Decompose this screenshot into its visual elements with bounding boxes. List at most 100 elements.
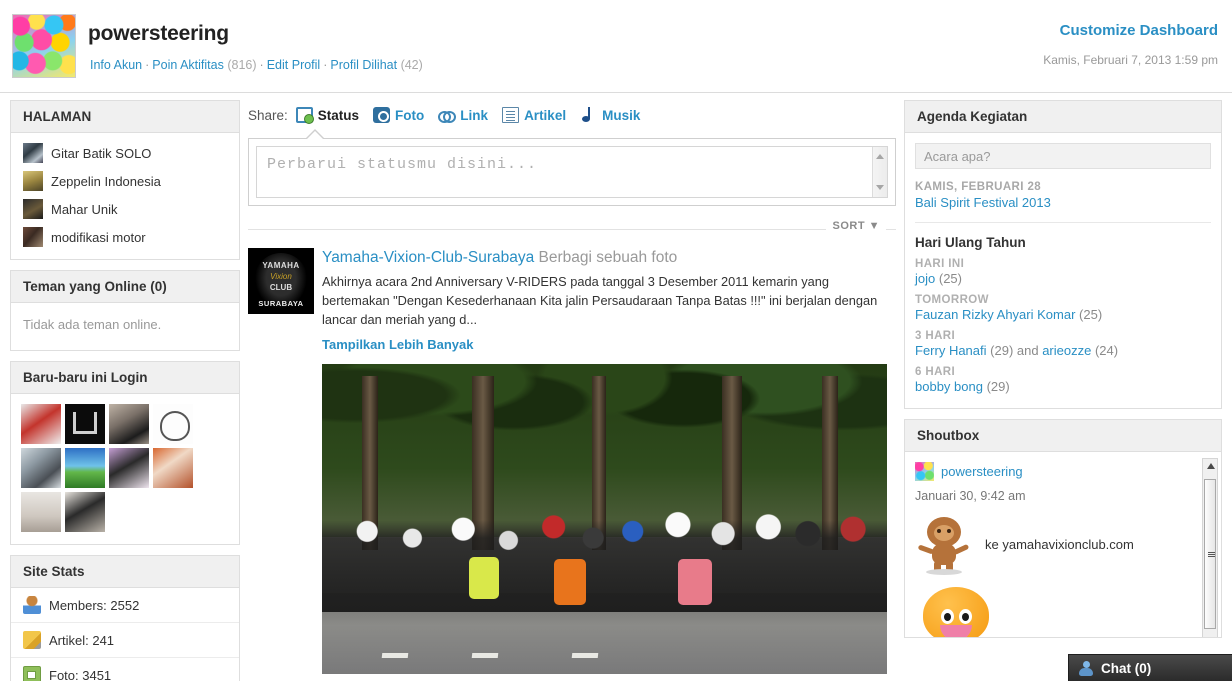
chat-bar[interactable]: Chat (0) bbox=[1068, 654, 1232, 681]
birthday-age: (29) bbox=[990, 343, 1014, 358]
customize-dashboard-link[interactable]: Customize Dashboard bbox=[1060, 22, 1218, 39]
avatar[interactable] bbox=[153, 448, 193, 488]
link-info-akun[interactable]: Info Akun bbox=[90, 58, 142, 72]
agenda-event-date: KAMIS, FEBRUARI 28 bbox=[915, 181, 1042, 193]
sort-bar: SORT ▼ bbox=[248, 218, 896, 242]
status-scrollbar[interactable] bbox=[872, 147, 887, 197]
post-body: Yamaha-Vixion-Club-Surabaya Berbagi sebu… bbox=[322, 248, 896, 352]
share-tab-artikel[interactable]: Artikel bbox=[502, 107, 566, 123]
shoutbox-body: powersteering Januari 30, 9:42 am ke yam… bbox=[905, 452, 1221, 637]
sort-dropdown[interactable]: SORT ▼ bbox=[826, 220, 886, 232]
profile-links: Info Akun · Poin Aktifitas (816) · Edit Prof… bbox=[90, 58, 423, 72]
article-icon bbox=[502, 107, 520, 123]
share-tab-status[interactable]: Status bbox=[295, 107, 359, 124]
shoutbox-panel: Shoutbox powersteering Januari 30, 9:42 … bbox=[904, 419, 1222, 638]
photo-rider-vest bbox=[553, 559, 586, 606]
share-tab-link[interactable]: Link bbox=[438, 107, 488, 123]
pages-panel: HALAMAN Gitar Batik SOLO Zeppelin Indone… bbox=[10, 100, 240, 260]
post-author-link[interactable]: Yamaha-Vixion-Club-Surabaya bbox=[322, 249, 534, 266]
share-tab-musik[interactable]: Musik bbox=[580, 107, 640, 123]
separator: · bbox=[145, 58, 150, 72]
avatar[interactable] bbox=[153, 404, 193, 444]
birthday-title: Hari Ulang Tahun bbox=[915, 222, 1211, 250]
birthday-name-link[interactable]: Ferry Hanafi bbox=[915, 343, 987, 358]
stat-label: Foto: 3451 bbox=[49, 667, 112, 681]
post-action-text: Berbagi sebuah foto bbox=[534, 249, 678, 266]
composer-caret bbox=[307, 131, 323, 139]
avatar[interactable] bbox=[21, 404, 61, 444]
birthday-age: (25) bbox=[1079, 307, 1103, 322]
avatar[interactable] bbox=[21, 448, 61, 488]
page-item-mahar-unik[interactable]: Mahar Unik bbox=[11, 195, 239, 223]
birthday-when: HARI INI bbox=[915, 258, 965, 270]
avatar[interactable] bbox=[21, 492, 61, 532]
page-thumbnail-icon bbox=[23, 199, 43, 219]
post-author-avatar[interactable]: YAMAHA Vixion CLUB SURABAYA bbox=[248, 248, 314, 314]
camera-icon bbox=[373, 107, 391, 123]
birthday-name-link[interactable]: arieozze bbox=[1042, 343, 1091, 358]
site-stats-panel: Site Stats Members: 2552 Artikel: 241 Fo… bbox=[10, 555, 240, 681]
poin-aktifitas-count: (816) bbox=[227, 58, 257, 72]
link-poin-aktifitas[interactable]: Poin Aktifitas bbox=[152, 58, 224, 72]
birthday-name-link[interactable]: Fauzan Rizky Ahyari Komar bbox=[915, 307, 1075, 322]
shout-message: ke yamahavixionclub.com bbox=[985, 536, 1134, 552]
photo-rider-vest bbox=[468, 557, 499, 600]
birthday-names: Ferry Hanafi (29) and arieozze (24) bbox=[915, 343, 1211, 358]
right-sidebar: Agenda Kegiatan Acara apa? KAMIS, FEBRUA… bbox=[904, 100, 1222, 648]
recent-login-panel: Baru-baru ini Login bbox=[10, 361, 240, 545]
main-content: Share: Status Foto Link Artikel Musik Pe… bbox=[248, 100, 896, 674]
post-photo[interactable] bbox=[322, 363, 887, 674]
scroll-up-icon[interactable] bbox=[876, 154, 884, 159]
agenda-title: Agenda Kegiatan bbox=[905, 101, 1221, 133]
site-stats-title: Site Stats bbox=[11, 556, 239, 588]
birthday-name-link[interactable]: jojo bbox=[915, 271, 935, 286]
pages-list: Gitar Batik SOLO Zeppelin Indonesia Maha… bbox=[11, 133, 239, 259]
avatar[interactable] bbox=[65, 404, 105, 444]
show-more-link[interactable]: Tampilkan Lebih Banyak bbox=[322, 337, 473, 352]
friends-online-panel: Teman yang Online (0) Tidak ada teman on… bbox=[10, 270, 240, 351]
agenda-event-link[interactable]: Bali Spirit Festival 2013 bbox=[915, 195, 1051, 210]
separator: · bbox=[323, 58, 328, 72]
scroll-down-icon[interactable] bbox=[876, 185, 884, 190]
avatar[interactable] bbox=[915, 462, 934, 481]
shoutbox-title: Shoutbox bbox=[905, 420, 1221, 452]
avatar-text-club: CLUB bbox=[269, 283, 293, 292]
avatar-text-yamaha: YAMAHA bbox=[262, 261, 300, 270]
link-profil-dilihat[interactable]: Profil Dilihat bbox=[330, 58, 397, 72]
link-edit-profil[interactable]: Edit Profil bbox=[267, 58, 321, 72]
profile-avatar[interactable] bbox=[12, 14, 76, 78]
avatar[interactable] bbox=[65, 448, 105, 488]
recent-login-avatars bbox=[11, 394, 239, 544]
status-input-wrapper[interactable]: Perbarui statusmu disini... bbox=[256, 146, 888, 198]
agenda-input[interactable]: Acara apa? bbox=[915, 143, 1211, 169]
page-item-zeppelin-indonesia[interactable]: Zeppelin Indonesia bbox=[11, 167, 239, 195]
page-item-label: Gitar Batik SOLO bbox=[51, 145, 152, 161]
page-item-modifikasi-motor[interactable]: modifikasi motor bbox=[11, 223, 239, 251]
share-bar: Share: Status Foto Link Artikel Musik bbox=[248, 100, 896, 130]
shoutbox-scrollbar[interactable] bbox=[1202, 458, 1218, 637]
status-input[interactable]: Perbarui statusmu disini... bbox=[267, 156, 537, 173]
scroll-up-icon[interactable] bbox=[1207, 463, 1215, 469]
pages-panel-title: HALAMAN bbox=[11, 101, 239, 133]
avatar[interactable] bbox=[65, 492, 105, 532]
birthday-name-link[interactable]: bobby bong bbox=[915, 379, 983, 394]
shout-author-link[interactable]: powersteering bbox=[941, 464, 1023, 479]
monkey-shadow bbox=[926, 569, 962, 575]
member-icon bbox=[23, 596, 41, 614]
share-tab-foto[interactable]: Foto bbox=[373, 107, 424, 123]
post-title: Yamaha-Vixion-Club-Surabaya Berbagi sebu… bbox=[322, 248, 896, 268]
share-tab-label: Foto bbox=[395, 107, 425, 123]
monkey-emoticon-icon bbox=[915, 513, 973, 575]
stat-row: Artikel: 241 bbox=[11, 623, 239, 658]
avatar[interactable] bbox=[109, 404, 149, 444]
birthday-joiner: and bbox=[1013, 343, 1043, 358]
avatar[interactable] bbox=[109, 448, 149, 488]
birthday-age: (25) bbox=[938, 271, 962, 286]
share-label: Share: bbox=[248, 107, 288, 123]
photo-rider-vest bbox=[677, 559, 712, 606]
share-tab-label: Link bbox=[460, 107, 489, 123]
page-item-gitar-batik-solo[interactable]: Gitar Batik SOLO bbox=[11, 139, 239, 167]
scrollbar-thumb[interactable] bbox=[1204, 479, 1216, 629]
smiley-eye bbox=[959, 609, 972, 624]
